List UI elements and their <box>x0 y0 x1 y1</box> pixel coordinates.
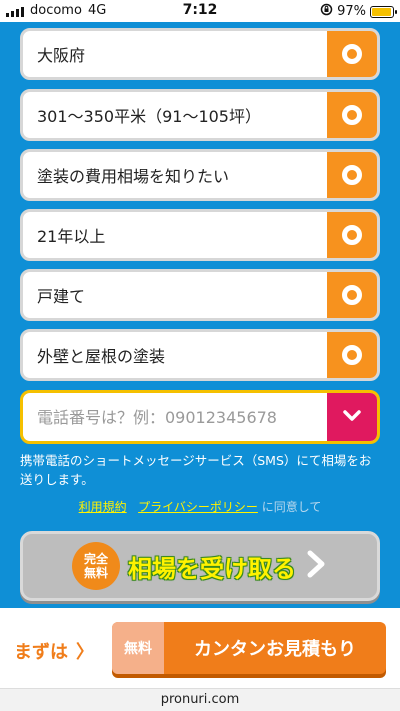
answer-option-label: 大阪府 <box>37 46 86 65</box>
answer-option-label: 301〜350平米（91〜105坪） <box>37 107 261 126</box>
selected-check-icon <box>327 152 377 198</box>
agreement-spacer <box>130 500 134 514</box>
agreement-suffix: に同意して <box>261 500 322 514</box>
answer-option[interactable]: 301〜350平米（91〜105坪） <box>20 89 380 141</box>
quick-estimate-button[interactable]: 無料 カンタンお見積もり <box>112 622 386 674</box>
receive-quote-button[interactable]: 完全 無料 相場を受け取る <box>20 531 380 601</box>
free-badge-line2: 無料 <box>83 566 108 580</box>
answer-option-label: 戸建て <box>37 287 86 306</box>
selected-check-icon <box>327 92 377 138</box>
privacy-policy-link[interactable]: プライバシーポリシー <box>138 500 258 514</box>
answer-option[interactable]: 21年以上 <box>20 209 380 261</box>
answer-option[interactable]: 戸建て <box>20 269 380 321</box>
bottom-bar: まずは〉 無料 カンタンお見積もり <box>0 608 400 688</box>
answer-option-label: 塗装の費用相場を知りたい <box>37 167 230 186</box>
status-bar: docomo 4G 7:12 97% <box>0 0 400 22</box>
chevron-down-icon <box>342 408 362 427</box>
selected-check-icon <box>327 332 377 378</box>
selected-check-icon <box>327 272 377 318</box>
radio-ring-icon <box>342 165 362 185</box>
chevron-right-icon <box>304 549 328 583</box>
battery-level-fill <box>372 7 392 16</box>
selected-check-icon <box>327 31 377 77</box>
receive-quote-label: 相場を受け取る <box>128 554 296 583</box>
battery-percent: 97% <box>337 4 366 19</box>
radio-ring-icon <box>342 225 362 245</box>
selected-check-icon <box>327 212 377 258</box>
free-badge: 完全 無料 <box>72 542 120 590</box>
agreement-text: 利用規約 プライバシーポリシー に同意して <box>0 498 400 515</box>
answer-option-label: 21年以上 <box>37 227 106 246</box>
status-right: 97% <box>320 3 397 20</box>
phone-dropdown-button[interactable] <box>327 393 377 441</box>
orientation-lock-icon <box>320 3 333 20</box>
battery-icon <box>370 5 397 18</box>
radio-ring-icon <box>342 345 362 365</box>
answer-option[interactable]: 塗装の費用相場を知りたい <box>20 149 380 201</box>
radio-ring-icon <box>342 105 362 125</box>
bottom-prefix: まずは〉 <box>14 638 94 664</box>
terms-link[interactable]: 利用規約 <box>79 500 127 514</box>
radio-ring-icon <box>342 285 362 305</box>
quick-estimate-label: カンタンお見積もり <box>194 639 356 660</box>
sms-note: 携帯電話のショートメッセージサービス（SMS）にて相場をお送りします。 <box>20 453 372 487</box>
radio-ring-icon <box>342 44 362 64</box>
phone-input[interactable] <box>23 393 327 441</box>
phone-field[interactable] <box>20 390 380 444</box>
bottom-prefix-text: まずは <box>14 642 68 663</box>
answer-option[interactable]: 大阪府 <box>20 28 380 80</box>
chevron-right-icon: 〉 <box>76 642 94 663</box>
free-tag: 無料 <box>112 622 164 674</box>
url-bar[interactable]: pronuri.com <box>0 688 400 711</box>
free-badge-line1: 完全 <box>83 552 108 566</box>
answer-option-label: 外壁と屋根の塗装 <box>37 347 166 366</box>
answer-option[interactable]: 外壁と屋根の塗装 <box>20 329 380 381</box>
